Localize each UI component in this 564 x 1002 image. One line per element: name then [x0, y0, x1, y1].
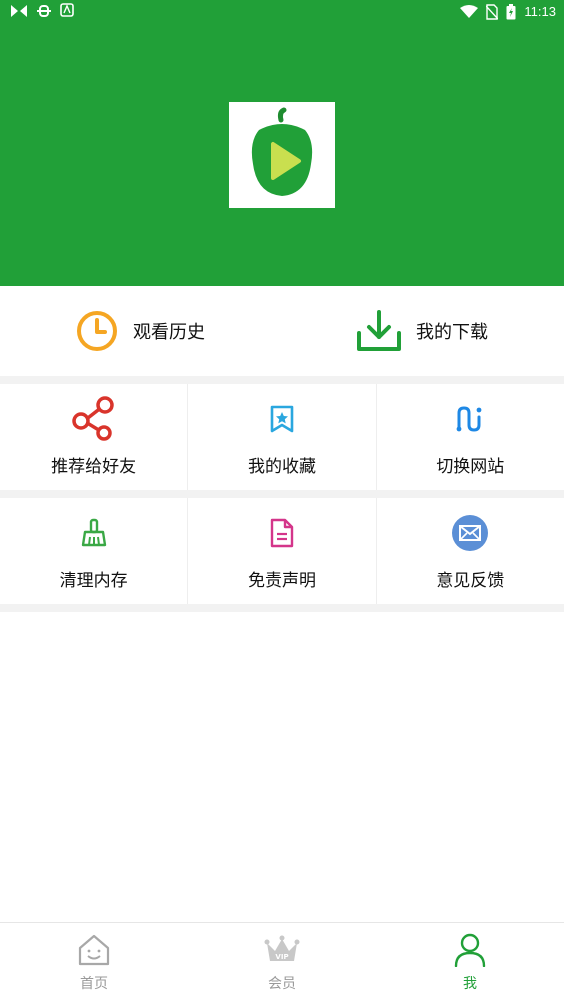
section-divider	[0, 604, 564, 612]
butterfly-icon	[11, 5, 27, 17]
nav-vip[interactable]: VIP 会员	[188, 923, 376, 1002]
nav-home-label: 首页	[80, 976, 108, 992]
my-favorites-label: 我的收藏	[247, 457, 316, 477]
section-divider	[0, 490, 564, 498]
menu-grid-row-2: 清理内存 免责声明 意见反馈	[0, 498, 564, 604]
my-downloads-button[interactable]: 我的下载	[356, 286, 488, 376]
clear-memory-label: 清理内存	[59, 571, 128, 591]
bookmark-star-icon	[270, 405, 294, 433]
bug-icon	[37, 5, 51, 17]
section-divider	[0, 376, 564, 384]
nav-home[interactable]: 首页	[0, 923, 188, 1002]
battery-charging-icon	[506, 4, 516, 20]
nav-me[interactable]: 我	[376, 923, 564, 1002]
no-sim-icon	[486, 4, 499, 20]
recommend-to-friends-label: 推荐给好友	[51, 457, 137, 477]
feedback-button[interactable]: 意见反馈	[377, 498, 564, 604]
my-favorites-button[interactable]: 我的收藏	[188, 384, 377, 490]
clock-icon	[77, 311, 117, 351]
svg-text:VIP: VIP	[275, 953, 288, 961]
share-icon	[71, 396, 114, 441]
profile-header	[0, 24, 564, 286]
pepper-play-icon	[251, 107, 313, 196]
quick-actions: 观看历史 我的下载	[0, 286, 564, 376]
bottom-navigation: 首页 VIP 会员 我	[0, 922, 564, 1002]
watch-history-button[interactable]: 观看历史	[75, 286, 205, 376]
switch-website-button[interactable]: 切换网站	[377, 384, 564, 490]
switch-website-label: 切换网站	[436, 457, 505, 477]
download-icon	[357, 310, 401, 351]
disclaimer-label: 免责声明	[247, 571, 316, 591]
home-icon	[78, 934, 110, 966]
disclaimer-button[interactable]: 免责声明	[188, 498, 377, 604]
mail-icon	[452, 515, 489, 551]
recommend-to-friends-button[interactable]: 推荐给好友	[0, 384, 189, 490]
watch-history-label: 观看历史	[133, 322, 205, 343]
clear-memory-button[interactable]: 清理内存	[0, 498, 189, 604]
broom-icon	[81, 518, 106, 547]
my-downloads-label: 我的下载	[416, 322, 488, 343]
switch-icon	[456, 406, 482, 432]
document-icon	[270, 518, 294, 548]
app-logo	[229, 102, 335, 208]
wifi-icon	[460, 5, 479, 18]
nav-vip-label: 会员	[268, 976, 296, 992]
nav-me-label: 我	[463, 976, 477, 992]
person-icon	[454, 933, 486, 967]
keyboard-icon	[60, 3, 74, 17]
vip-crown-icon: VIP	[264, 935, 300, 961]
status-bar: 11:13	[0, 0, 564, 24]
feedback-label: 意见反馈	[436, 571, 505, 591]
menu-grid-row-1: 推荐给好友 我的收藏 切换网站	[0, 384, 564, 490]
status-right-icons: 11:13	[460, 3, 556, 21]
status-time: 11:13	[524, 4, 556, 19]
status-left-icons	[10, 3, 74, 19]
